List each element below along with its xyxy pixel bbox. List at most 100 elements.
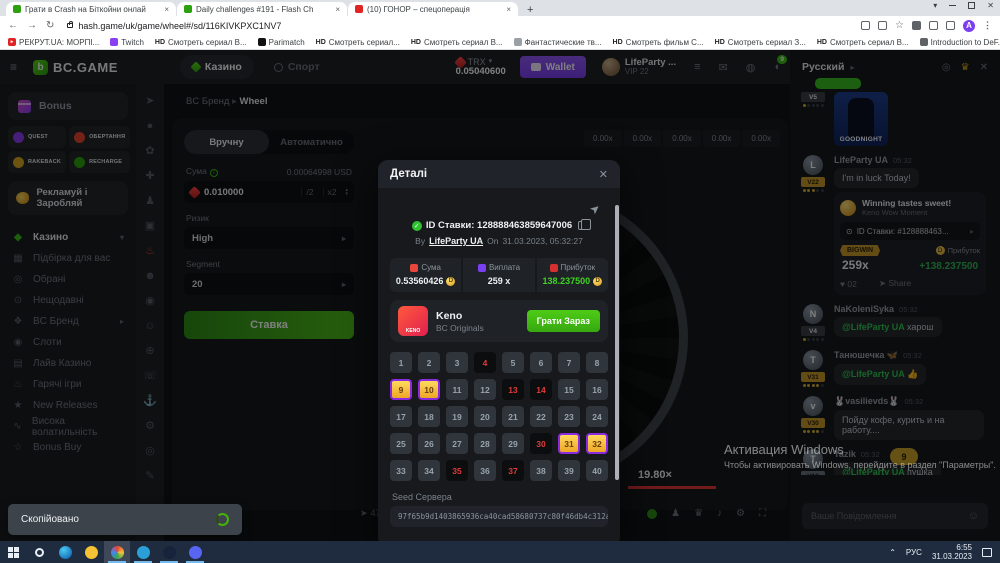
taskbar-chrome-icon[interactable] xyxy=(104,541,130,563)
bet-datetime: 31.03.2023, 05:32:27 xyxy=(502,236,582,246)
coin-icon: D xyxy=(593,277,602,286)
tab-favicon xyxy=(355,5,363,13)
keno-number: 22 xyxy=(530,406,552,427)
keno-number: 3 xyxy=(446,352,468,373)
taskbar-steam-icon[interactable] xyxy=(156,541,182,563)
copy-icon[interactable] xyxy=(578,221,586,230)
bookmark-label: Twitch xyxy=(121,38,144,47)
bookmark-item[interactable]: HDСмотреть сериал... xyxy=(316,38,400,47)
keno-number: 23 xyxy=(558,406,580,427)
forward-button[interactable]: → xyxy=(27,20,37,31)
keno-number: 25 xyxy=(390,433,412,454)
bet-by-row: By LifeParty UA On 31.03.2023, 05:32:27 xyxy=(378,236,620,246)
browser-tab[interactable]: (10) ГОНОР – спецоперація × xyxy=(348,2,518,16)
browser-menu-icon[interactable]: ⋮ xyxy=(983,20,992,31)
bookmarks-bar: » ▸РЕКРУТ.UA: МОРПІ...TwitchHDСмотреть с… xyxy=(0,35,1000,50)
keno-number: 30 xyxy=(530,433,552,454)
url-text[interactable]: hash.game/uk/game/wheel#/sd/116KIVKPXC1N… xyxy=(78,21,281,31)
bookmark-label: Смотреть сериал... xyxy=(329,38,400,47)
modal-close-icon[interactable]: ✕ xyxy=(599,168,608,181)
modal-scrollbar[interactable] xyxy=(615,205,619,480)
share-icon[interactable] xyxy=(878,21,887,30)
browser-tab[interactable]: Грати в Crash на Біткойни онлай × xyxy=(6,2,176,16)
browser-toolbar: ← → ↻ hash.game/uk/game/wheel#/sd/116KIV… xyxy=(0,16,1000,35)
taskbar-language[interactable]: РУС xyxy=(906,548,922,557)
lock-icon xyxy=(67,23,73,28)
bookmark-label: Смотреть сериал В... xyxy=(830,38,909,47)
tab-title: Daily challenges #191 - Flash Ch xyxy=(196,5,331,14)
bookmark-item[interactable]: HDСмотреть фильм С... xyxy=(613,38,704,47)
notification-center-icon[interactable] xyxy=(982,548,992,557)
windows-logo xyxy=(8,547,19,558)
tab-title: Грати в Crash на Біткойни онлай xyxy=(25,5,160,14)
bookmark-star-icon[interactable]: ☆ xyxy=(895,21,904,30)
minimize-button[interactable] xyxy=(949,5,956,6)
address-bar[interactable]: hash.game/uk/game/wheel#/sd/116KIVKPXC1N… xyxy=(63,21,852,31)
share-bet-icon[interactable]: ➤ xyxy=(587,200,604,217)
keno-number: 21 xyxy=(502,406,524,427)
hd-icon: HD xyxy=(817,38,827,46)
seed-value[interactable]: 97f65b9d1403865936ca40cad58680737c80f46d… xyxy=(390,506,608,527)
bookmark-item[interactable]: HDСмотреть сериал В... xyxy=(817,38,909,47)
keno-number: 17 xyxy=(390,406,412,427)
bookmark-item[interactable]: ▸РЕКРУТ.UA: МОРПІ... xyxy=(8,38,99,47)
seed-label: Seed Сервера xyxy=(392,492,606,502)
taskbar-start-icon[interactable] xyxy=(0,541,26,563)
reading-list-icon[interactable] xyxy=(929,21,938,30)
keno-number: 35 xyxy=(446,460,468,481)
bet-id-row: ✓ ID Ставки: 128888463859647006 xyxy=(378,220,620,231)
stat-Сума: Сума0.53560426D xyxy=(390,258,461,292)
close-window-button[interactable]: ✕ xyxy=(987,1,994,10)
keno-number: 5 xyxy=(502,352,524,373)
maximize-button[interactable] xyxy=(968,2,975,9)
taskbar-search-icon[interactable] xyxy=(26,541,52,563)
keno-number: 26 xyxy=(418,433,440,454)
bookmark-item[interactable]: HDСмотреть сериал В... xyxy=(155,38,247,47)
keno-number: 20 xyxy=(474,406,496,427)
stat-icon xyxy=(478,264,486,272)
tab-close-icon[interactable]: × xyxy=(164,5,169,14)
tab-close-icon[interactable]: × xyxy=(506,5,511,14)
keno-number: 29 xyxy=(502,433,524,454)
taskbar-edge-icon[interactable] xyxy=(52,541,78,563)
browser-tab[interactable]: Daily challenges #191 - Flash Ch × xyxy=(177,2,347,16)
bookmark-label: Introduction to DeF... xyxy=(931,38,1000,47)
player-link[interactable]: LifeParty UA xyxy=(429,236,483,246)
profile-avatar[interactable]: A xyxy=(963,20,975,32)
bookmark-item[interactable]: HDСмотреть сериал З... xyxy=(715,38,806,47)
taskbar-telegram-icon[interactable] xyxy=(130,541,156,563)
extensions-icon[interactable] xyxy=(912,21,921,30)
taskbar-discord-icon[interactable] xyxy=(182,541,208,563)
keno-game-tile[interactable]: KENO xyxy=(398,306,428,336)
tray-chevron-icon[interactable]: ⌃ xyxy=(889,548,896,557)
bookmark-item[interactable]: Parimatch xyxy=(258,38,305,47)
cast-icon[interactable] xyxy=(861,21,870,30)
tab-title: (10) ГОНОР – спецоперація xyxy=(367,5,502,14)
tab-close-icon[interactable]: × xyxy=(335,5,340,14)
play-now-button[interactable]: Грати Зараз xyxy=(527,310,600,332)
verified-shield-icon: ✓ xyxy=(412,221,422,231)
bookmark-label: Смотреть сериал В... xyxy=(424,38,503,47)
keno-number: 14 xyxy=(530,379,552,400)
keno-number: 39 xyxy=(558,460,580,481)
bookmark-item[interactable]: Twitch xyxy=(110,38,144,47)
browser-tabs: Грати в Crash на Біткойни онлай×Daily ch… xyxy=(6,2,519,16)
side-panel-icon[interactable] xyxy=(946,21,955,30)
reload-button[interactable]: ↻ xyxy=(46,20,54,31)
taskbar-clock[interactable]: 6:55 31.03.2023 xyxy=(932,543,972,561)
keno-number: 40 xyxy=(586,460,608,481)
bookmark-item[interactable]: Фантастические тв... xyxy=(514,38,602,47)
back-button[interactable]: ← xyxy=(8,20,18,31)
bookmark-item[interactable]: HDСмотреть сериал В... xyxy=(411,38,503,47)
tab-search-icon[interactable]: ▾ xyxy=(933,1,937,10)
new-tab-button[interactable]: + xyxy=(527,4,533,16)
toolbar-icons: ☆ A ⋮ xyxy=(861,20,992,32)
hd-icon: HD xyxy=(715,38,725,46)
hd-icon: HD xyxy=(411,38,421,46)
page-icon xyxy=(514,38,522,46)
bookmark-label: Смотреть фильм С... xyxy=(626,38,704,47)
stat-label: Прибуток xyxy=(537,263,608,272)
keno-number: 1 xyxy=(390,352,412,373)
bookmark-item[interactable]: Introduction to DeF... xyxy=(920,38,1000,47)
taskbar-explorer-icon[interactable] xyxy=(78,541,104,563)
